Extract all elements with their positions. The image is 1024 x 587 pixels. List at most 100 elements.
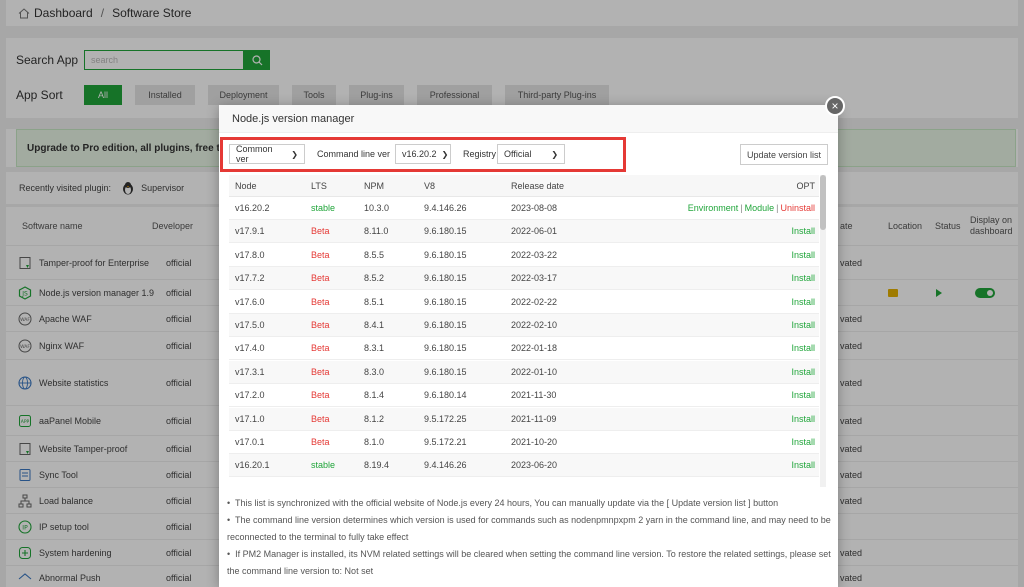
v8-version: 9.6.180.15 (424, 343, 467, 354)
node-version: v17.8.0 (235, 249, 265, 260)
environment-link[interactable]: Environment (688, 203, 739, 213)
v8-version: 9.6.180.15 (424, 366, 467, 377)
node-version: v17.7.2 (235, 273, 265, 284)
operations: Install (791, 408, 815, 430)
npm-version: 8.1.0 (364, 437, 385, 447)
version-row: v17.3.1 Beta 8.3.0 9.6.180.15 2022-01-10 Inst… (229, 360, 819, 384)
operations: Install (791, 384, 815, 406)
nodejs-version-manager-dialog: Node.js version manager Common ver ❯ Comm… (219, 105, 838, 587)
npm-version: 8.1.4 (364, 390, 385, 401)
operations: Install (791, 291, 815, 313)
v8-version: 9.6.180.15 (424, 249, 467, 260)
release-date: 2022-06-01 (511, 226, 558, 237)
install-link[interactable]: Install (791, 250, 815, 260)
operations: Environment | Module | Uninstall (688, 197, 815, 219)
operations: Install (791, 431, 815, 453)
close-icon: × (831, 99, 839, 113)
cmd-line-version-value: v16.20.2 (402, 149, 437, 159)
v8-version: 9.4.146.26 (424, 460, 467, 471)
cmd-line-version-select[interactable]: v16.20.2 ❯ (395, 144, 452, 164)
node-version: v17.5.0 (235, 320, 265, 330)
uninstall-link[interactable]: Uninstall (780, 203, 815, 213)
install-link[interactable]: Install (791, 273, 815, 283)
npm-version: 8.11.0 (364, 226, 389, 237)
version-row: v17.7.2 Beta 8.5.2 9.6.180.15 2022-03-17 Inst… (229, 267, 819, 291)
version-row: v17.1.0 Beta 8.1.2 9.5.172.25 2021-11-09 Inst… (229, 407, 819, 431)
install-link[interactable]: Install (791, 414, 815, 424)
v8-version: 9.6.180.15 (424, 226, 467, 237)
v8-version: 9.6.180.15 (424, 296, 467, 307)
version-row: v17.8.0 Beta 8.5.5 9.6.180.15 2022-03-22 Inst… (229, 244, 819, 267)
note-item: • If PM2 Manager is installed, its NVM r… (227, 549, 831, 576)
release-date: 2021-10-20 (511, 437, 558, 447)
npm-version: 8.5.2 (364, 273, 385, 284)
note-text: If PM2 Manager is installed, its NVM rel… (227, 549, 831, 576)
version-row: v17.6.0 Beta 8.5.1 9.6.180.15 2022-02-22 Inst… (229, 291, 819, 314)
install-link[interactable]: Install (791, 226, 815, 236)
operations: Install (791, 337, 815, 359)
version-filter-select[interactable]: Common ver ❯ (229, 144, 305, 164)
column-opt: OPT (796, 180, 815, 191)
install-link[interactable]: Install (791, 460, 815, 470)
release-date: 2022-03-17 (511, 273, 558, 284)
lts-status: Beta (311, 273, 330, 284)
install-link[interactable]: Install (791, 297, 815, 307)
chevron-down-icon: ❯ (291, 149, 298, 159)
npm-version: 8.19.4 (364, 460, 390, 471)
lts-status: stable (311, 460, 336, 471)
operations: Install (791, 244, 815, 266)
column-release-date: Release date (511, 180, 565, 191)
version-table-scrollbar[interactable] (820, 175, 826, 487)
registry-select[interactable]: Official ❯ (497, 144, 566, 164)
op-separator: | (740, 203, 743, 213)
release-date: 2023-08-08 (511, 203, 558, 213)
notes-list: • This list is synchronized with the off… (227, 495, 832, 580)
npm-version: 8.3.0 (364, 366, 385, 377)
version-row: v17.5.0 Beta 8.4.1 9.6.180.15 2022-02-10 Inst… (229, 314, 819, 337)
module-link[interactable]: Module (745, 203, 775, 213)
node-version: v16.20.1 (235, 460, 270, 471)
release-date: 2022-03-22 (511, 249, 558, 260)
operations: Install (791, 220, 815, 242)
release-date: 2022-01-10 (511, 366, 558, 377)
lts-status: Beta (311, 437, 330, 447)
lts-status: stable (311, 203, 336, 213)
release-date: 2022-02-22 (511, 296, 558, 307)
scrollbar-thumb[interactable] (820, 175, 826, 230)
column-npm: NPM (364, 180, 384, 191)
column-lts: LTS (311, 180, 327, 191)
chevron-down-icon: ❯ (441, 149, 449, 159)
install-link[interactable]: Install (791, 320, 815, 330)
release-date: 2023-06-20 (511, 460, 558, 471)
node-version: v16.20.2 (235, 203, 270, 213)
v8-version: 9.5.172.21 (424, 437, 467, 447)
v8-version: 9.6.180.15 (424, 320, 467, 330)
lts-status: Beta (311, 390, 330, 401)
npm-version: 8.5.1 (364, 296, 385, 307)
operations: Install (791, 454, 815, 476)
version-toolbar: Common ver ❯ Command line ver v16.20.2 ❯ R… (229, 143, 566, 165)
install-link[interactable]: Install (791, 437, 815, 447)
node-version: v17.4.0 (235, 343, 265, 354)
node-version: v17.0.1 (235, 437, 265, 447)
install-link[interactable]: Install (791, 390, 815, 400)
update-version-list-button[interactable]: Update version list (740, 144, 828, 165)
version-row: v17.2.0 Beta 8.1.4 9.6.180.14 2021-11-30 Inst… (229, 384, 819, 408)
lts-status: Beta (311, 226, 330, 237)
registry-value: Official (504, 149, 532, 159)
chevron-down-icon: ❯ (551, 149, 559, 159)
operations: Install (791, 361, 815, 383)
release-date: 2021-11-30 (511, 390, 557, 401)
node-version: v17.6.0 (235, 296, 265, 307)
install-link[interactable]: Install (791, 367, 815, 377)
close-modal-button[interactable]: × (825, 96, 845, 116)
install-link[interactable]: Install (791, 343, 815, 353)
npm-version: 8.1.2 (364, 413, 385, 424)
node-version: v17.2.0 (235, 390, 265, 401)
node-version: v17.3.1 (235, 366, 265, 377)
version-row: v17.9.1 Beta 8.11.0 9.6.180.15 2022-06-01 Ins… (229, 220, 819, 244)
version-row: v17.0.1 Beta 8.1.0 9.5.172.21 2021-10-20 Inst… (229, 431, 819, 454)
note-item: • The command line version determines wh… (227, 515, 831, 542)
op-separator: | (776, 203, 779, 213)
npm-version: 8.3.1 (364, 343, 385, 354)
